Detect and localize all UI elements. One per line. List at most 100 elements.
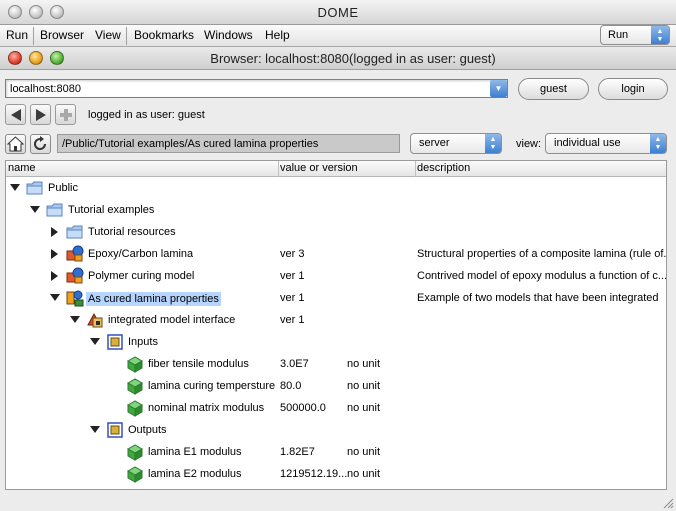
table-header: name value or version description: [6, 161, 666, 177]
parameter-cube-icon: [126, 355, 144, 373]
tree-item-value: ver 1: [280, 314, 305, 326]
menu-windows[interactable]: Windows: [204, 28, 253, 42]
tree-row[interactable]: integrated model interface ver 1: [6, 309, 666, 331]
tree-item-name[interactable]: As cured lamina properties: [86, 292, 221, 306]
status-bar: [0, 494, 676, 511]
tree-item-name[interactable]: Public: [48, 182, 78, 194]
tree-row[interactable]: As cured lamina properties ver 1 Example o…: [6, 287, 666, 309]
tree-row[interactable]: Outputs: [6, 419, 666, 441]
model-tree-table[interactable]: name value or version description Public…: [5, 160, 667, 490]
collapsed-disclosure-icon[interactable]: [50, 249, 60, 259]
tree-item-name[interactable]: integrated model interface: [108, 314, 235, 326]
tree-item-name[interactable]: Polymer curing model: [88, 270, 194, 282]
tree-item-unit: no unit: [347, 468, 381, 480]
tree-item-name[interactable]: lamina curing tempersture: [148, 380, 275, 392]
menu-divider: [33, 27, 34, 45]
tree-item-value: 3.0E7: [280, 358, 309, 370]
resize-grip-icon[interactable]: [662, 497, 674, 509]
run-mode-select[interactable]: Run ▲ ▼: [600, 25, 670, 45]
forward-button[interactable]: [30, 104, 51, 125]
tree-row[interactable]: fiber tensile modulus 3.0E7 no unit: [6, 353, 666, 375]
column-header-description[interactable]: description: [415, 162, 470, 176]
tree-item-name[interactable]: fiber tensile modulus: [148, 358, 249, 370]
tree-item-value: 500000.0: [280, 402, 326, 414]
tree-item-value: ver 1: [280, 292, 305, 304]
expanded-disclosure-icon[interactable]: [70, 315, 80, 325]
tree-item-name[interactable]: Epoxy/Carbon lamina: [88, 248, 193, 260]
parameter-cube-icon: [126, 465, 144, 483]
tree-row[interactable]: Epoxy/Carbon lamina ver 3 Structural prope…: [6, 243, 666, 265]
tree-item-unit: no unit: [347, 380, 381, 392]
expanded-disclosure-icon[interactable]: [10, 183, 20, 193]
back-button[interactable]: [5, 104, 26, 125]
tree-item-name[interactable]: Tutorial examples: [68, 204, 154, 216]
login-button[interactable]: login: [598, 78, 668, 100]
tree-item-name[interactable]: Outputs: [128, 424, 167, 436]
select-arrows-icon: ▲ ▼: [485, 134, 501, 153]
expanded-disclosure-icon[interactable]: [30, 205, 40, 215]
tree-row[interactable]: Inputs: [6, 331, 666, 353]
menu-run[interactable]: Run: [6, 28, 28, 42]
tree-item-name[interactable]: Tutorial resources: [88, 226, 176, 238]
url-dropdown-arrow-icon[interactable]: ▼: [490, 80, 507, 97]
tree-item-value: 1.82E7: [280, 446, 315, 458]
tree-item-value: 80.0: [280, 380, 302, 392]
tree-row[interactable]: lamina curing tempersture 80.0 no unit: [6, 375, 666, 397]
home-icon: [6, 136, 25, 152]
tree-row[interactable]: nominal matrix modulus 500000.0 no unit: [6, 397, 666, 419]
add-bookmark-button[interactable]: [55, 104, 76, 125]
tree-row[interactable]: Tutorial examples: [6, 199, 666, 221]
folder-icon: [26, 179, 44, 197]
column-header-value[interactable]: value or version: [278, 162, 358, 176]
tree-row[interactable]: lamina E1 modulus 1.82E7 no unit: [6, 441, 666, 463]
menu-bar: Run Browser View Bookmarks Windows Help: [0, 25, 676, 47]
tree-item-name[interactable]: Inputs: [128, 336, 158, 348]
server-select[interactable]: server ▲ ▼: [410, 133, 502, 154]
forward-arrow-icon: [36, 109, 46, 121]
tree-item-name[interactable]: nominal matrix modulus: [148, 402, 264, 414]
tree-row[interactable]: lamina E2 modulus 1219512.19... no unit: [6, 463, 666, 485]
integrated-model-icon: [66, 289, 84, 307]
tree-item-name[interactable]: lamina E1 modulus: [148, 446, 242, 458]
tree-item-value: ver 1: [280, 270, 305, 282]
tree-item-value: ver 3: [280, 248, 305, 260]
model-icon: [66, 245, 84, 263]
tree-row[interactable]: Tutorial resources: [6, 221, 666, 243]
select-arrows-icon: ▲ ▼: [650, 134, 666, 153]
menu-view[interactable]: View: [95, 28, 121, 42]
tree-item-description: Example of two models that have been int…: [417, 292, 659, 304]
plus-icon: [60, 109, 72, 121]
expanded-disclosure-icon[interactable]: [90, 337, 100, 347]
expanded-disclosure-icon[interactable]: [90, 425, 100, 435]
home-button[interactable]: [5, 134, 26, 154]
expanded-disclosure-icon[interactable]: [50, 293, 60, 303]
interface-icon: [86, 311, 104, 329]
server-select-value: server: [419, 137, 450, 149]
folder-icon: [66, 223, 84, 241]
menu-help[interactable]: Help: [265, 28, 290, 42]
refresh-button[interactable]: [30, 134, 51, 154]
browser-titlebar: Browser: localhost:8080(logged in as use…: [0, 47, 676, 70]
current-path-field: /Public/Tutorial examples/As cured lamin…: [57, 134, 400, 153]
parameter-cube-icon: [126, 399, 144, 417]
refresh-icon: [34, 136, 46, 150]
tree-item-unit: no unit: [347, 402, 381, 414]
collapsed-disclosure-icon[interactable]: [50, 271, 60, 281]
collapsed-disclosure-icon[interactable]: [50, 227, 60, 237]
menu-browser[interactable]: Browser: [40, 28, 84, 42]
column-header-name[interactable]: name: [6, 162, 36, 176]
parameter-cube-icon: [126, 443, 144, 461]
server-url-input[interactable]: localhost:8080: [5, 79, 508, 98]
outputs-group-icon: [106, 421, 124, 439]
tree-row[interactable]: Polymer curing model ver 1 Contrived model…: [6, 265, 666, 287]
menu-bookmarks[interactable]: Bookmarks: [134, 28, 194, 42]
menu-divider: [126, 27, 127, 45]
tree-row[interactable]: Public: [6, 177, 666, 199]
back-arrow-icon: [11, 109, 21, 121]
view-select[interactable]: individual use ▲ ▼: [545, 133, 667, 154]
guest-button[interactable]: guest: [518, 78, 589, 100]
view-label: view:: [516, 138, 542, 150]
tree-item-unit: no unit: [347, 446, 381, 458]
tree-item-value: 1219512.19...: [280, 468, 348, 480]
tree-item-name[interactable]: lamina E2 modulus: [148, 468, 242, 480]
